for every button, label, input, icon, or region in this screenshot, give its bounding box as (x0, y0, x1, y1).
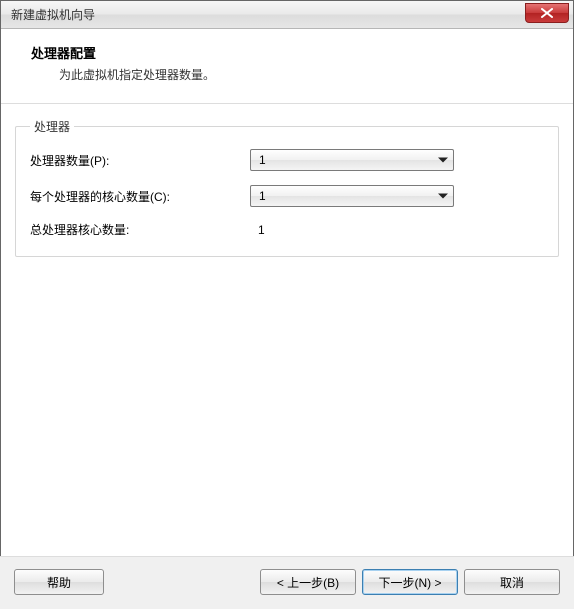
row-processor-count: 处理器数量(P): 1 (30, 149, 544, 171)
window-title: 新建虚拟机向导 (11, 6, 95, 23)
row-total-cores: 总处理器核心数量: 1 (30, 221, 544, 238)
processors-legend: 处理器 (30, 118, 74, 135)
content-area: 处理器 处理器数量(P): 1 每个处理器的核心数量(C): 1 (1, 104, 573, 257)
label-cores-per-processor: 每个处理器的核心数量(C): (30, 188, 250, 205)
cores-per-processor-select[interactable]: 1 (250, 185, 454, 207)
total-cores-value: 1 (250, 223, 265, 237)
wizard-header: 处理器配置 为此虚拟机指定处理器数量。 (1, 29, 573, 104)
help-button[interactable]: 帮助 (14, 569, 104, 595)
wizard-footer: 帮助 < 上一步(B) 下一步(N) > 取消 (0, 556, 574, 609)
next-button[interactable]: 下一步(N) > (362, 569, 458, 595)
processors-group: 处理器 处理器数量(P): 1 每个处理器的核心数量(C): 1 (15, 118, 559, 257)
processor-count-select[interactable]: 1 (250, 149, 454, 171)
chevron-down-icon (438, 158, 448, 163)
label-total-cores: 总处理器核心数量: (30, 221, 250, 238)
close-icon (541, 8, 553, 18)
close-button[interactable] (525, 3, 569, 23)
back-button[interactable]: < 上一步(B) (260, 569, 356, 595)
chevron-down-icon (438, 194, 448, 199)
title-bar: 新建虚拟机向导 (1, 1, 573, 29)
page-title: 处理器配置 (31, 43, 553, 62)
page-subtitle: 为此虚拟机指定处理器数量。 (59, 66, 553, 83)
cancel-button[interactable]: 取消 (464, 569, 560, 595)
processor-count-value: 1 (259, 153, 266, 167)
row-cores-per-processor: 每个处理器的核心数量(C): 1 (30, 185, 544, 207)
label-processor-count: 处理器数量(P): (30, 152, 250, 169)
cores-per-processor-value: 1 (259, 189, 266, 203)
